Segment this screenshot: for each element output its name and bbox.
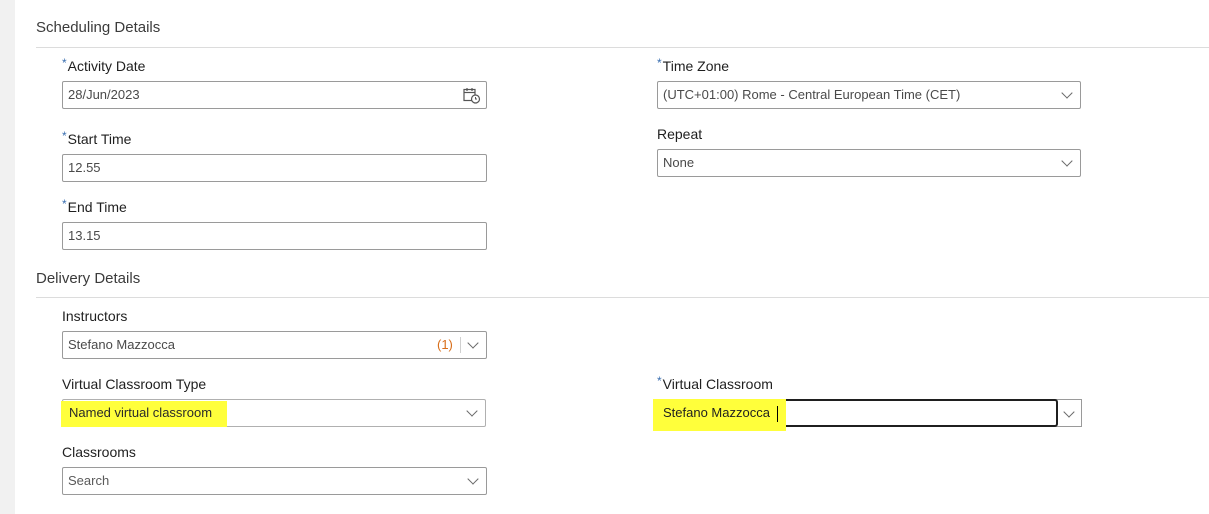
section-title-delivery: Delivery Details (36, 270, 141, 287)
section-divider (36, 297, 1209, 298)
start-time-value: 12.55 (68, 160, 101, 175)
end-time-label: *End Time (62, 197, 127, 215)
chevron-down-icon (1061, 155, 1073, 167)
virtual-classroom-label: *Virtual Classroom (657, 374, 773, 392)
instructors-value: Stefano Mazzocca (68, 337, 175, 352)
section-divider (36, 47, 1209, 48)
instructors-count-badge: (1) (437, 337, 453, 352)
time-zone-value: (UTC+01:00) Rome - Central European Time… (663, 87, 961, 102)
end-time-input[interactable]: 13.15 (62, 222, 487, 250)
required-marker: * (657, 374, 662, 388)
instructors-label: Instructors (62, 308, 128, 324)
vc-type-label: Virtual Classroom Type (62, 376, 207, 392)
classrooms-label: Classrooms (62, 444, 136, 460)
chevron-down-icon[interactable] (1063, 406, 1075, 418)
time-zone-select[interactable]: (UTC+01:00) Rome - Central European Time… (657, 81, 1081, 109)
start-time-label-text: Start Time (67, 131, 132, 147)
left-gutter (0, 0, 15, 514)
section-title-scheduling: Scheduling Details (36, 19, 161, 36)
chevron-down-icon[interactable] (467, 337, 479, 349)
calendar-clock-icon[interactable] (463, 87, 481, 104)
start-time-input[interactable]: 12.55 (62, 154, 487, 182)
activity-date-value: 28/Jun/2023 (68, 87, 140, 102)
vc-type-value: Named virtual classroom (69, 405, 213, 420)
repeat-label: Repeat (657, 126, 703, 142)
virtual-classroom-input[interactable]: Stefano Mazzocca (653, 399, 1058, 431)
text-caret (777, 406, 778, 422)
required-marker: * (62, 129, 67, 143)
activity-date-input[interactable]: 28/Jun/2023 (62, 81, 487, 109)
instructors-select[interactable]: Stefano Mazzocca (1) (62, 331, 487, 359)
time-zone-label-text: Time Zone (662, 58, 730, 74)
required-marker: * (657, 56, 662, 70)
end-time-label-text: End Time (67, 199, 127, 215)
repeat-value: None (663, 155, 695, 170)
virtual-classroom-label-text: Virtual Classroom (662, 376, 773, 392)
chevron-down-icon (466, 405, 478, 417)
required-marker: * (62, 56, 67, 70)
vc-type-select[interactable]: Named virtual classroom (61, 399, 486, 427)
required-marker: * (62, 197, 67, 211)
repeat-select[interactable]: None (657, 149, 1081, 177)
time-zone-label: *Time Zone (657, 56, 730, 74)
end-time-value: 13.15 (68, 228, 101, 243)
chevron-down-icon (1061, 87, 1073, 99)
chevron-down-icon (467, 473, 479, 485)
select-divider (460, 337, 461, 353)
classrooms-search[interactable]: Search (62, 467, 487, 495)
activity-date-label-text: Activity Date (67, 58, 146, 74)
start-time-label: *Start Time (62, 129, 132, 147)
activity-date-label: *Activity Date (62, 56, 146, 74)
classrooms-placeholder: Search (68, 473, 110, 488)
virtual-classroom-value: Stefano Mazzocca (663, 405, 770, 420)
